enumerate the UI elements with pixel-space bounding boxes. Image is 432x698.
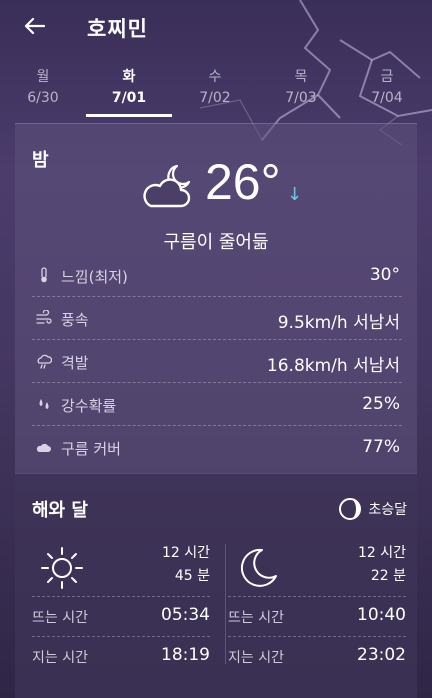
weather-screen: 호찌민 월 6/30 화 7/01 수 7/02 목 7/03 금 7/04 밤 (0, 0, 432, 698)
back-arrow-icon (24, 17, 45, 35)
condition-text: 구름이 줄어듦 (163, 232, 269, 253)
sunset-label: 지는 시간 (32, 650, 88, 666)
row-value: 77% (362, 437, 400, 457)
sun-moon-title: 해와 달 (32, 500, 88, 521)
sunrise-label: 뜨는 시간 (32, 610, 88, 626)
sunset-time: 18:19 (161, 645, 210, 665)
tab-wed[interactable]: 수 7/02 (172, 66, 258, 116)
tab-day-of-week: 화 (122, 69, 136, 85)
tab-thu[interactable]: 목 7/03 (258, 66, 344, 116)
moonset-time: 23:02 (357, 645, 406, 665)
app-header: 호찌민 (0, 0, 432, 56)
tab-day-of-week: 금 (380, 69, 394, 85)
row-label: 강수확률 (61, 397, 117, 415)
temperature-trend-arrow-icon: ↓ (287, 184, 303, 205)
tab-tue[interactable]: 화 7/01 (86, 66, 172, 116)
sun-icon (41, 547, 83, 589)
row-label: 격발 (61, 354, 89, 372)
moonset-row: 지는 시간 23:02 (228, 636, 406, 676)
gust-row: 격발 16.8km/h 서남서 (32, 340, 402, 383)
moonrise-row: 뜨는 시간 10:40 (228, 596, 406, 636)
gust-icon (37, 354, 52, 369)
tab-fri[interactable]: 금 7/04 (344, 66, 430, 116)
period-label: 밤 (32, 150, 49, 171)
sun-column: 12 시간 45 분 뜨는 시간 05:34 지는 시간 18:19 (32, 540, 210, 690)
wind-speed-row: 풍속 9.5km/h 서남서 (32, 297, 402, 340)
cloud-cover-row: 구름 커버 77% (32, 426, 402, 469)
moonrise-label: 뜨는 시간 (228, 610, 284, 626)
moon-phase-icon (339, 498, 362, 520)
sunrise-time: 05:34 (161, 605, 210, 625)
tab-date: 7/02 (199, 90, 231, 106)
precipitation-row: 강수확률 25% (32, 383, 402, 426)
sun-duration: 12 시간 45 분 (162, 542, 210, 588)
moon-phase: 초승달 (338, 496, 407, 522)
tab-day-of-week: 월 (36, 69, 50, 85)
tab-date: 7/01 (111, 90, 147, 106)
crescent-moon-icon (240, 548, 277, 587)
row-value: 30° (369, 265, 400, 285)
wind-icon (36, 310, 52, 324)
moonset-label: 지는 시간 (228, 650, 284, 666)
column-divider (225, 544, 226, 664)
night-forecast-card: 밤 26° ↓ 구름이 줄어듦 느낌(최저) 30° 풍속 9.5km/h 서남… (15, 123, 417, 473)
rain-drops-icon (39, 399, 49, 409)
sun-duration-minutes: 45 분 (174, 568, 210, 584)
tab-mon[interactable]: 월 6/30 (0, 66, 86, 116)
sunset-row: 지는 시간 18:19 (32, 636, 210, 676)
back-button[interactable] (18, 12, 50, 40)
cloud-icon (36, 443, 51, 452)
sun-duration-hours: 12 시간 (161, 545, 210, 561)
tab-date: 7/03 (285, 90, 317, 106)
day-tabs: 월 6/30 화 7/01 수 7/02 목 7/03 금 7/04 (0, 66, 432, 118)
sunrise-row: 뜨는 시간 05:34 (32, 596, 210, 636)
moon-duration-minutes: 22 분 (370, 568, 406, 584)
sun-moon-card: 해와 달 초승달 12 시간 45 분 뜨는 시간 05:34 지는 시간 18… (15, 473, 417, 698)
tab-day-of-week: 수 (208, 69, 222, 85)
moon-duration-hours: 12 시간 (357, 545, 406, 561)
row-label: 풍속 (61, 311, 89, 329)
moon-column: 12 시간 22 분 뜨는 시간 10:40 지는 시간 23:02 (228, 540, 406, 690)
active-tab-indicator (86, 114, 172, 117)
thermometer-icon (41, 267, 47, 283)
city-title: 호찌민 (87, 17, 148, 41)
moonrise-time: 10:40 (357, 605, 406, 625)
moon-phase-label: 초승달 (368, 502, 407, 518)
moon-duration: 12 시간 22 분 (358, 542, 406, 588)
row-value: 9.5km/h 서남서 (277, 313, 400, 333)
row-value: 25% (362, 394, 400, 414)
tab-day-of-week: 목 (294, 69, 308, 85)
temperature: 26° (205, 154, 281, 210)
feels-like-row: 느낌(최저) 30° (32, 254, 402, 297)
tab-date: 7/04 (371, 90, 403, 106)
row-value: 16.8km/h 서남서 (266, 356, 400, 376)
row-label: 구름 커버 (61, 440, 121, 458)
partly-cloudy-night-icon (143, 164, 191, 208)
tab-date: 6/30 (27, 90, 59, 106)
row-label: 느낌(최저) (61, 268, 128, 286)
